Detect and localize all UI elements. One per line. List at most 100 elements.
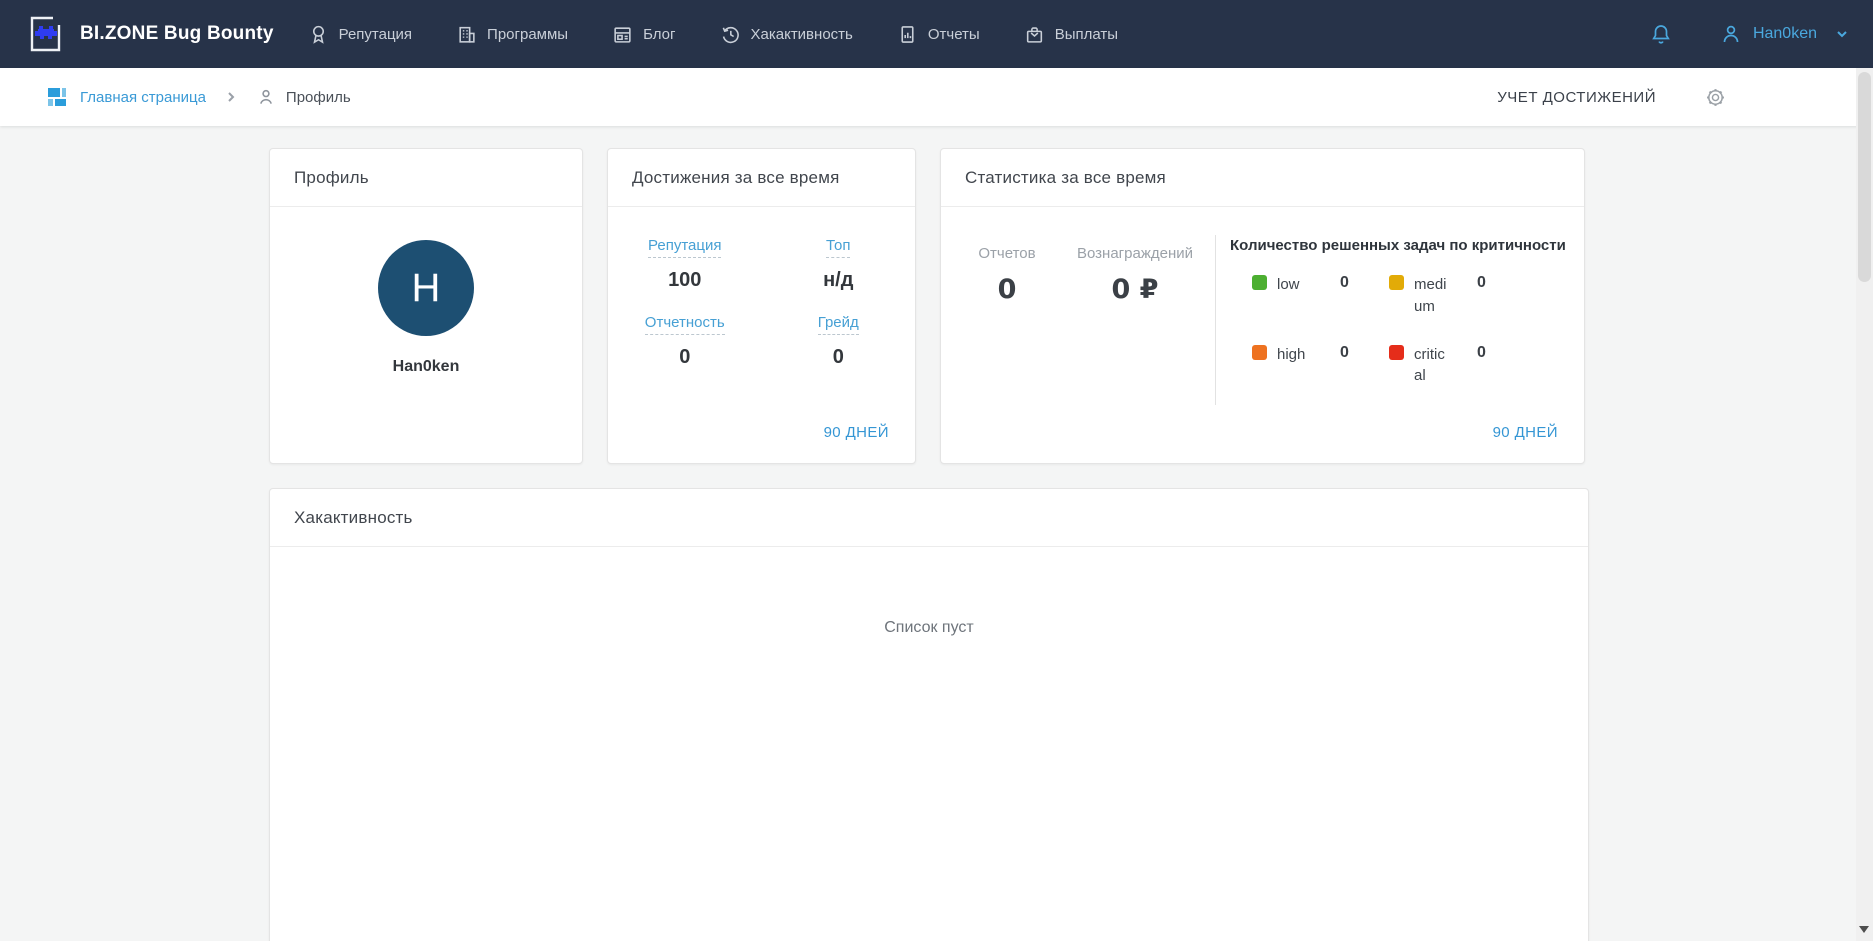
severity-medium-chip bbox=[1389, 275, 1404, 290]
chevron-right-icon bbox=[228, 92, 235, 102]
counter-reports-value: 0 bbox=[997, 274, 1017, 305]
nav-item-payments[interactable]: Выплаты bbox=[1024, 24, 1118, 45]
scrollbar-down-arrow-icon[interactable] bbox=[1859, 926, 1869, 933]
severity-low-label: low bbox=[1277, 276, 1300, 293]
nav-item-label: Программы bbox=[487, 25, 569, 43]
breadcrumb-bar: Главная страница Профиль УЧЕТ ДОСТИЖЕНИЙ bbox=[0, 68, 1873, 126]
statistics-90-days-link[interactable]: 90 ДНЕЙ bbox=[941, 424, 1584, 463]
severity-high-label: high bbox=[1277, 345, 1306, 363]
settings-gear-icon[interactable] bbox=[1704, 86, 1727, 109]
stat-grade-label[interactable]: Грейд bbox=[817, 314, 859, 335]
user-name: Han0ken bbox=[1752, 25, 1817, 42]
severity-item-high: high 0 bbox=[1252, 344, 1389, 388]
counter-rewards-value: 0 ₽ bbox=[1111, 274, 1159, 305]
achievements-90-days-link[interactable]: 90 ДНЕЙ bbox=[608, 424, 915, 463]
severity-grid: low 0 medium 0 high 0 critical 0 bbox=[1252, 274, 1570, 387]
breadcrumb-current: Профиль bbox=[256, 87, 351, 107]
severity-medium-count: 0 bbox=[1477, 274, 1486, 291]
summary-cards-row: Профиль H Han0ken Достижения за все врем… bbox=[269, 148, 1610, 464]
nav-item-label: Отчеты bbox=[927, 25, 980, 43]
stat-grade: Грейд 0 bbox=[762, 314, 916, 369]
nav-item-label: Блог bbox=[643, 25, 676, 43]
achievements-card-title: Достижения за все время bbox=[608, 149, 915, 207]
stat-grade-value: 0 bbox=[832, 346, 844, 368]
severity-item-medium: medium 0 bbox=[1389, 274, 1526, 318]
severity-critical-count: 0 bbox=[1477, 343, 1486, 361]
stat-reporting-label[interactable]: Отчетность bbox=[644, 314, 725, 335]
bizone-bug-logo-icon bbox=[30, 16, 61, 52]
statistics-card-body: Отчетов 0 Вознаграждений 0 ₽ Количество … bbox=[941, 207, 1584, 424]
stat-reputation-label[interactable]: Репутация bbox=[648, 237, 722, 258]
stat-reporting-value: 0 bbox=[679, 346, 691, 368]
severity-item-critical: critical 0 bbox=[1389, 344, 1526, 388]
achievements-card: Достижения за все время Репутация 100 То… bbox=[607, 148, 916, 464]
statistics-card-title: Статистика за все время bbox=[941, 149, 1584, 207]
stat-reputation-value: 100 bbox=[668, 269, 702, 291]
nav-menu: Репутация Программы Блог Хакактивность О… bbox=[308, 24, 1118, 45]
statistics-card: Статистика за все время Отчетов 0 Вознаг… bbox=[940, 148, 1585, 464]
stat-reporting: Отчетность 0 bbox=[608, 314, 762, 369]
counters: Отчетов 0 Вознаграждений 0 ₽ bbox=[941, 207, 1205, 424]
counter-reports: Отчетов 0 bbox=[965, 245, 1049, 424]
empty-list-text: Список пуст bbox=[884, 619, 974, 636]
medal-icon bbox=[312, 25, 324, 44]
achievements-grid: Репутация 100 Топ н/д Отчетность 0 Грейд… bbox=[608, 207, 915, 369]
bell-icon bbox=[1652, 25, 1670, 44]
profile-card-title: Профиль bbox=[270, 149, 582, 207]
severity-critical-chip bbox=[1389, 344, 1404, 360]
notifications-button[interactable] bbox=[1649, 22, 1673, 46]
profile-icon bbox=[259, 89, 272, 104]
dashboard-grid-icon bbox=[48, 88, 66, 106]
nav-item-label: Выплаты bbox=[1054, 25, 1119, 43]
severity-critical-label: critical bbox=[1414, 345, 1445, 385]
achievements-accounting-link[interactable]: УЧЕТ ДОСТИЖЕНИЙ bbox=[1497, 89, 1656, 106]
vertical-scrollbar[interactable] bbox=[1856, 68, 1873, 941]
severity-pane: Количество решенных задач по критичности… bbox=[1216, 207, 1584, 424]
severity-item-low: low 0 bbox=[1252, 274, 1389, 318]
history-icon bbox=[722, 26, 739, 43]
brand[interactable]: BI.ZONE Bug Bounty bbox=[26, 14, 274, 54]
breadcrumb-current-label: Профиль bbox=[285, 88, 351, 106]
breadcrumb: Главная страница Профиль bbox=[46, 86, 351, 108]
hackactivity-card-title: Хакактивность bbox=[270, 489, 1588, 547]
severity-high-chip bbox=[1252, 344, 1267, 360]
nav-item-hackactivity[interactable]: Хакактивность bbox=[720, 24, 853, 45]
scrollbar-thumb[interactable] bbox=[1858, 72, 1871, 282]
stat-top: Топ н/д bbox=[762, 237, 916, 292]
nav-item-reputation[interactable]: Репутация bbox=[308, 24, 412, 45]
severity-title: Количество решенных задач по критичности bbox=[1230, 237, 1566, 254]
stat-top-value: н/д bbox=[823, 269, 854, 291]
profile-username: Han0ken bbox=[392, 358, 460, 375]
nav-right: Han0ken bbox=[1649, 22, 1851, 46]
stat-top-label[interactable]: Топ bbox=[826, 237, 851, 258]
avatar: H bbox=[378, 240, 474, 336]
stat-reputation: Репутация 100 bbox=[608, 237, 762, 292]
report-icon bbox=[901, 25, 914, 43]
nav-item-programs[interactable]: Программы bbox=[456, 24, 568, 45]
top-navbar: BI.ZONE Bug Bounty Репутация Программы Б… bbox=[0, 0, 1873, 68]
nav-item-label: Репутация bbox=[338, 25, 413, 43]
severity-low-count: 0 bbox=[1340, 274, 1349, 291]
profile-card: Профиль H Han0ken bbox=[269, 148, 583, 464]
counter-rewards-label: Вознаграждений bbox=[1076, 245, 1193, 262]
briefcase-icon bbox=[1026, 26, 1042, 43]
breadcrumb-home-link[interactable]: Главная страница bbox=[46, 86, 206, 108]
chevron-down-icon bbox=[1837, 31, 1847, 38]
brand-name: BI.ZONE Bug Bounty bbox=[80, 23, 274, 44]
counter-reports-label: Отчетов bbox=[978, 245, 1036, 262]
blog-icon bbox=[614, 26, 631, 43]
severity-high-count: 0 bbox=[1340, 343, 1349, 361]
profile-card-body: H Han0ken bbox=[270, 207, 582, 376]
user-icon bbox=[1723, 25, 1739, 43]
severity-low-chip bbox=[1252, 275, 1267, 290]
nav-item-blog[interactable]: Блог bbox=[612, 24, 676, 45]
user-menu[interactable]: Han0ken bbox=[1719, 22, 1851, 46]
building-icon bbox=[459, 26, 475, 43]
nav-item-reports[interactable]: Отчеты bbox=[897, 24, 980, 45]
hackactivity-card-body: Список пуст bbox=[270, 547, 1588, 637]
counter-rewards: Вознаграждений 0 ₽ bbox=[1065, 245, 1205, 424]
nav-item-label: Хакактивность bbox=[750, 25, 853, 43]
main-content: Профиль H Han0ken Достижения за все врем… bbox=[0, 126, 1610, 941]
breadcrumb-actions: УЧЕТ ДОСТИЖЕНИЙ bbox=[1497, 86, 1727, 109]
breadcrumb-home-label: Главная страница bbox=[80, 88, 206, 106]
